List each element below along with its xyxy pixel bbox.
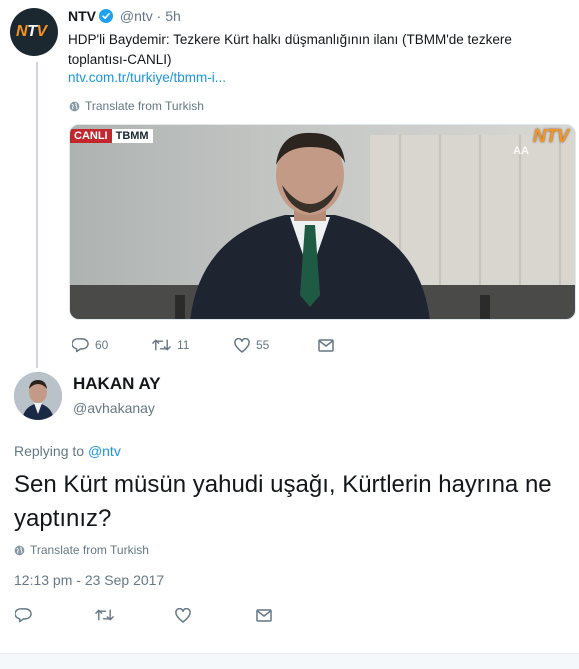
retweet-count: 11: [177, 338, 190, 352]
translate-link[interactable]: Translate from Turkish: [69, 99, 204, 113]
thread-connector-line: [36, 62, 38, 368]
message-icon: [318, 338, 334, 352]
like-icon: [175, 607, 191, 623]
retweet-icon: [95, 609, 114, 621]
like-count: 55: [256, 338, 270, 352]
globe-icon: [69, 101, 80, 111]
retweet-action[interactable]: 11: [152, 338, 234, 352]
translate-label: Translate from Turkish: [85, 99, 204, 113]
tweet-text: HDP'li Baydemir: Tezkere Kürt halkı düşm…: [68, 32, 512, 67]
replying-handle-link[interactable]: @ntv: [88, 443, 121, 459]
reply-author-handle[interactable]: @avhakanay: [73, 400, 155, 416]
reply-author-name[interactable]: HAKAN AY: [73, 374, 161, 394]
retweet-icon: [152, 339, 171, 351]
tweet-date[interactable]: 12:13 pm - 23 Sep 2017: [14, 572, 164, 588]
video-frame: [70, 125, 575, 319]
replying-prefix: Replying to: [14, 443, 85, 459]
like-action[interactable]: 55: [234, 337, 318, 353]
tweet-header: NTV @ntv · 5h: [68, 8, 181, 24]
reply-retweet-action[interactable]: [95, 608, 175, 622]
reply-icon: [72, 338, 89, 353]
globe-icon: [14, 545, 25, 555]
reply-tweet-actions: [15, 607, 272, 623]
reply-translate-label: Translate from Turkish: [30, 543, 149, 557]
reply-message-action[interactable]: [256, 608, 272, 622]
ntv-watermark-logo: NTV: [533, 126, 569, 146]
header-separator: ·: [156, 8, 162, 24]
reply-tweet-text: Sen Kürt müsün yahudi uşağı, Kürtlerin h…: [14, 471, 552, 532]
tweet-actions: 60 11 55: [72, 337, 334, 353]
reply-reply-action[interactable]: [15, 607, 95, 623]
tweet-time[interactable]: 5h: [165, 8, 181, 24]
verified-icon: [99, 9, 113, 23]
message-icon: [256, 608, 272, 622]
ntv-logo-icon: NTV: [16, 23, 47, 40]
live-badge: CANLI: [70, 129, 112, 143]
reply-count: 60: [95, 338, 109, 352]
message-action[interactable]: [318, 338, 334, 352]
author-name[interactable]: NTV: [68, 8, 96, 24]
author-handle[interactable]: @ntv: [120, 8, 153, 24]
reply-like-action[interactable]: [175, 607, 256, 623]
tweet-link[interactable]: ntv.com.tr/turkiye/tbmm-i...: [68, 70, 226, 85]
reply-icon: [15, 608, 32, 623]
ntv-avatar[interactable]: NTV: [10, 8, 58, 56]
reply-translate-link[interactable]: Translate from Turkish: [14, 543, 149, 557]
bottom-strip: [0, 654, 579, 669]
media-badges: CANLI TBMM: [70, 129, 153, 143]
like-icon: [234, 337, 250, 353]
media-video-thumbnail[interactable]: CANLI TBMM NTV AA: [69, 124, 576, 320]
reply-action[interactable]: 60: [72, 337, 152, 353]
replying-to: Replying to @ntv: [14, 443, 121, 459]
reply-author-avatar[interactable]: [14, 372, 62, 420]
avatar-photo: [14, 372, 62, 420]
agency-logo: AA: [513, 145, 529, 157]
channel-badge: TBMM: [111, 129, 153, 143]
